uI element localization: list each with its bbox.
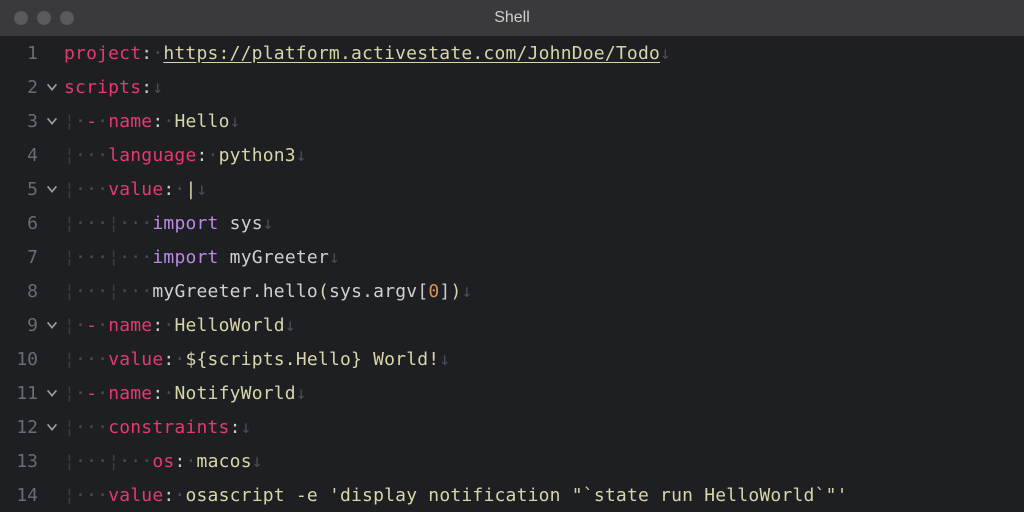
zoom-icon[interactable] — [60, 11, 74, 25]
code-line[interactable]: 8 ¦···¦···myGreeter.hello(sys.argv[0])↓ — [0, 274, 1024, 308]
code-line[interactable]: 14 ¦···value:·osascript -e 'display noti… — [0, 478, 1024, 512]
yaml-key: constraints — [108, 417, 229, 438]
yaml-value: macos — [197, 451, 252, 472]
line-number: 14 — [0, 485, 40, 506]
chevron-down-icon — [45, 80, 59, 94]
line-number: 11 — [0, 383, 40, 404]
line-number: 10 — [0, 349, 40, 370]
minimize-icon[interactable] — [37, 11, 51, 25]
code-line[interactable]: 10 ¦···value:·${scripts.Hello} World!↓ — [0, 342, 1024, 376]
line-number: 9 — [0, 315, 40, 336]
yaml-value: HelloWorld — [174, 315, 284, 336]
line-number: 8 — [0, 281, 40, 302]
python-keyword: import — [152, 213, 218, 234]
code-editor[interactable]: 1 project:·https://platform.activestate.… — [0, 36, 1024, 512]
fold-toggle[interactable] — [40, 420, 64, 434]
code-line[interactable]: 12 ¦···constraints:↓ — [0, 410, 1024, 444]
python-keyword: import — [152, 247, 218, 268]
code-line[interactable]: 13 ¦···¦···os:·macos↓ — [0, 444, 1024, 478]
yaml-key: language — [108, 145, 196, 166]
code-line[interactable]: 3 ¦·-·name:·Hello↓ — [0, 104, 1024, 138]
fold-toggle[interactable] — [40, 80, 64, 94]
python-identifier: sys — [230, 213, 263, 234]
code-line[interactable]: 9 ¦·-·name:·HelloWorld↓ — [0, 308, 1024, 342]
chevron-down-icon — [45, 318, 59, 332]
fold-toggle[interactable] — [40, 386, 64, 400]
line-number: 13 — [0, 451, 40, 472]
yaml-value: python3 — [219, 145, 296, 166]
line-number: 1 — [0, 43, 40, 64]
code-line[interactable]: 11 ¦·-·name:·NotifyWorld↓ — [0, 376, 1024, 410]
chevron-down-icon — [45, 420, 59, 434]
yaml-key: project — [64, 43, 141, 64]
chevron-down-icon — [45, 182, 59, 196]
chevron-down-icon — [45, 386, 59, 400]
line-number: 2 — [0, 77, 40, 98]
code-line[interactable]: 5 ¦···value:·|↓ — [0, 172, 1024, 206]
code-line[interactable]: 1 project:·https://platform.activestate.… — [0, 36, 1024, 70]
code-line[interactable]: 6 ¦···¦···import sys↓ — [0, 206, 1024, 240]
code-line[interactable]: 7 ¦···¦···import myGreeter↓ — [0, 240, 1024, 274]
yaml-key: name — [108, 111, 152, 132]
line-number: 3 — [0, 111, 40, 132]
close-icon[interactable] — [14, 11, 28, 25]
yaml-key: value — [108, 349, 163, 370]
yaml-key: scripts — [64, 77, 141, 98]
yaml-key: os — [152, 451, 174, 472]
fold-toggle[interactable] — [40, 114, 64, 128]
window-titlebar: Shell — [0, 0, 1024, 36]
yaml-key: value — [108, 485, 163, 506]
yaml-key: value — [108, 179, 163, 200]
yaml-key: name — [108, 315, 152, 336]
fold-toggle[interactable] — [40, 182, 64, 196]
line-number: 12 — [0, 417, 40, 438]
line-number: 5 — [0, 179, 40, 200]
yaml-value: osascript -e 'display notification "`sta… — [185, 485, 847, 506]
line-number: 7 — [0, 247, 40, 268]
project-url[interactable]: https://platform.activestate.com/JohnDoe… — [163, 43, 660, 64]
code-line[interactable]: 2 scripts:↓ — [0, 70, 1024, 104]
window-title: Shell — [0, 9, 1024, 27]
line-number: 6 — [0, 213, 40, 234]
yaml-value: NotifyWorld — [174, 383, 295, 404]
yaml-key: name — [108, 383, 152, 404]
fold-toggle[interactable] — [40, 318, 64, 332]
yaml-value: Hello — [174, 111, 229, 132]
traffic-lights — [0, 11, 74, 25]
yaml-value: ${scripts.Hello} World! — [185, 349, 439, 370]
chevron-down-icon — [45, 114, 59, 128]
code-line[interactable]: 4 ¦···language:·python3↓ — [0, 138, 1024, 172]
line-number: 4 — [0, 145, 40, 166]
python-identifier: myGreeter — [230, 247, 329, 268]
